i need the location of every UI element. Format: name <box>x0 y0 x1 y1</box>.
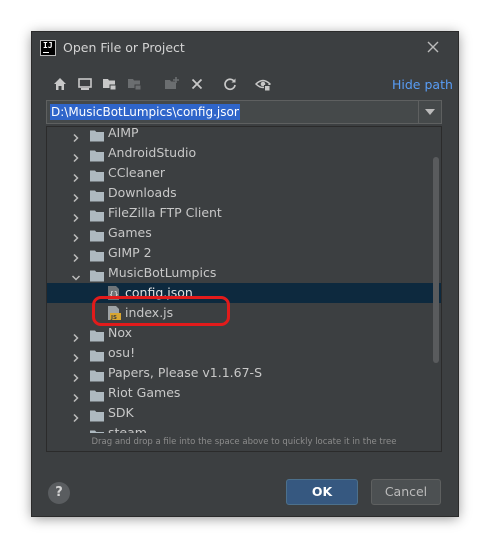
folder-icon <box>90 387 104 402</box>
chevron-right-icon[interactable] <box>71 408 81 423</box>
tree-row[interactable]: AndroidStudio <box>47 143 441 163</box>
tree-item-label: osu! <box>108 345 136 360</box>
tree-row[interactable]: osu! <box>47 343 441 363</box>
dialog-title: Open File or Project <box>63 40 185 55</box>
desktop-icon[interactable] <box>75 74 95 94</box>
tree-row[interactable]: Nox <box>47 323 441 343</box>
chevron-right-icon[interactable] <box>71 328 81 343</box>
tree-row[interactable]: SDK <box>47 403 441 423</box>
tree-item-label: CCleaner <box>108 165 166 180</box>
scrollbar-thumb[interactable] <box>433 157 439 363</box>
tree-item-label: MusicBotLumpics <box>108 265 217 280</box>
tree-item-label: GIMP 2 <box>108 245 152 260</box>
tree-row[interactable]: CCleaner <box>47 163 441 183</box>
tree-item-label: Papers, Please v1.1.67-S <box>108 365 262 380</box>
tree-row[interactable]: GIMP 2 <box>47 243 441 263</box>
chevron-right-icon[interactable] <box>71 228 81 243</box>
folder-icon <box>90 407 104 422</box>
chevron-right-icon[interactable] <box>71 148 81 163</box>
tree-item-label: Games <box>108 225 152 240</box>
cancel-button[interactable]: Cancel <box>371 479 441 505</box>
project-folder-icon[interactable] <box>100 74 120 94</box>
tree-item-label: Riot Games <box>108 385 181 400</box>
path-combobox[interactable] <box>46 100 442 124</box>
tree-row[interactable]: AIMP <box>47 126 441 143</box>
chevron-right-icon[interactable] <box>71 368 81 383</box>
chevron-down-icon[interactable] <box>71 268 81 281</box>
refresh-icon[interactable] <box>220 74 240 94</box>
chevron-right-icon[interactable] <box>71 248 81 263</box>
tree-item-label: AndroidStudio <box>108 145 197 160</box>
path-input[interactable] <box>50 104 240 120</box>
new-folder-icon[interactable] <box>162 74 182 94</box>
open-file-dialog: IJ Open File or Project Hide path D:\Mus… <box>32 32 458 516</box>
tree-row[interactable]: MusicBotLumpics <box>47 263 441 283</box>
show-hidden-icon[interactable] <box>253 74 273 94</box>
title-bar: IJ Open File or Project <box>32 32 458 64</box>
ok-button[interactable]: OK <box>286 479 358 505</box>
folder-icon <box>90 147 104 162</box>
folder-icon <box>90 187 104 202</box>
tree-row[interactable]: Riot Games <box>47 383 441 403</box>
folder-icon <box>90 267 104 282</box>
tree-row[interactable]: Papers, Please v1.1.67-S <box>47 363 441 383</box>
folder-icon <box>90 327 104 342</box>
tree-row[interactable]: FileZilla FTP Client <box>47 203 441 223</box>
home-icon[interactable] <box>50 74 70 94</box>
folder-icon <box>90 227 104 242</box>
folder-icon <box>90 127 104 142</box>
folder-icon <box>90 247 104 262</box>
annotation-highlight-box <box>92 296 230 326</box>
help-button[interactable]: ? <box>48 482 70 504</box>
chevron-right-icon[interactable] <box>71 188 81 203</box>
tree-item-label: Downloads <box>108 185 177 200</box>
tree-item-label: AIMP <box>108 126 139 140</box>
folder-icon <box>90 167 104 182</box>
tree-item-label: SDK <box>108 405 134 420</box>
tree-row[interactable]: Downloads <box>47 183 441 203</box>
tree-row[interactable]: Games <box>47 223 441 243</box>
close-icon[interactable] <box>424 38 442 56</box>
vertical-scrollbar[interactable] <box>432 127 440 433</box>
delete-icon[interactable] <box>187 74 207 94</box>
chevron-right-icon[interactable] <box>71 128 81 143</box>
tree-item-label: FileZilla FTP Client <box>108 205 222 220</box>
module-folder-icon[interactable] <box>125 74 145 94</box>
chevron-right-icon[interactable] <box>71 348 81 363</box>
folder-icon <box>90 347 104 362</box>
chevron-right-icon[interactable] <box>71 168 81 183</box>
folder-icon <box>90 367 104 382</box>
chevron-right-icon[interactable] <box>71 208 81 223</box>
file-tree[interactable]: AIMP AndroidStudio CCleaner Downloads FileZi… <box>46 126 442 452</box>
hide-path-link[interactable]: Hide path <box>392 77 453 92</box>
tree-item-label: Nox <box>108 325 133 340</box>
intellij-app-icon: IJ <box>40 40 56 56</box>
chevron-right-icon[interactable] <box>71 388 81 403</box>
drag-drop-hint: Drag and drop a file into the space abov… <box>47 433 441 451</box>
folder-icon <box>90 207 104 222</box>
dropdown-arrow-icon[interactable] <box>418 101 441 123</box>
